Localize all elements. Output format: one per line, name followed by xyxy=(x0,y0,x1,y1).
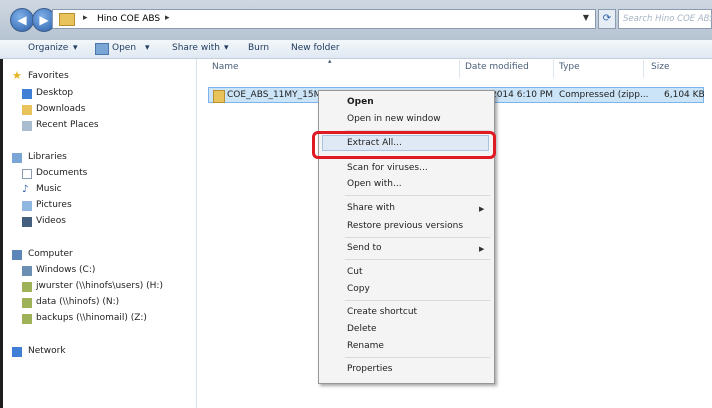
menu-separator xyxy=(345,195,490,196)
share-with-button[interactable]: Share with xyxy=(172,43,220,53)
downloads-icon xyxy=(22,105,32,115)
nav-item-videos[interactable]: Videos xyxy=(36,216,66,226)
annotation-highlight-box xyxy=(312,131,496,159)
search-input[interactable]: Search Hino COE ABS xyxy=(618,9,712,29)
menu-scan-viruses[interactable]: Scan for viruses... xyxy=(347,163,428,173)
menu-cut[interactable]: Cut xyxy=(347,267,363,277)
column-header-name[interactable]: Name xyxy=(212,62,239,72)
nav-item-n-drive[interactable]: data (\\hinofs) (N:) xyxy=(36,297,119,307)
zip-icon xyxy=(213,90,225,103)
menu-open-new-window[interactable]: Open in new window xyxy=(347,114,441,124)
address-dropdown-icon[interactable]: ▼ xyxy=(583,13,589,22)
menu-send-to[interactable]: Send to xyxy=(347,243,382,253)
documents-icon xyxy=(22,169,32,179)
libraries-header[interactable]: Libraries xyxy=(28,152,67,162)
column-divider[interactable] xyxy=(553,60,554,78)
menu-create-shortcut[interactable]: Create shortcut xyxy=(347,307,417,317)
column-header-size[interactable]: Size xyxy=(651,62,669,72)
recent-places-icon xyxy=(22,121,32,131)
column-divider[interactable] xyxy=(459,60,460,78)
nav-item-music[interactable]: Music xyxy=(36,184,62,194)
nav-item-desktop[interactable]: Desktop xyxy=(36,88,73,98)
organize-button[interactable]: Organize xyxy=(28,43,68,53)
organize-dropdown-icon[interactable]: ▾ xyxy=(73,43,78,53)
computer-header[interactable]: Computer xyxy=(28,249,73,259)
nav-item-pictures[interactable]: Pictures xyxy=(36,200,72,210)
breadcrumb-arrow-icon[interactable]: ▸ xyxy=(165,13,170,23)
nav-item-h-drive[interactable]: jwurster (\\hinofs\users) (H:) xyxy=(36,281,163,291)
menu-separator xyxy=(345,237,490,238)
column-divider[interactable] xyxy=(643,60,644,78)
network-icon xyxy=(12,347,22,357)
navigation-pane: ★ Favorites Desktop Downloads Recent Pla… xyxy=(0,59,197,408)
title-bar: ◀ ▶ ▸ Hino COE ABS ▸ ▼ ⟳ Search Hino COE… xyxy=(0,0,712,40)
menu-restore-versions[interactable]: Restore previous versions xyxy=(347,221,463,231)
search-placeholder: Search Hino COE ABS xyxy=(623,14,712,24)
desktop-icon xyxy=(22,89,32,99)
share-dropdown-icon[interactable]: ▾ xyxy=(224,43,229,53)
submenu-arrow-icon: ▶ xyxy=(479,205,485,213)
menu-separator xyxy=(345,259,490,260)
menu-open-with[interactable]: Open with... xyxy=(347,179,402,189)
favorites-header[interactable]: Favorites xyxy=(28,71,69,81)
refresh-button[interactable]: ⟳ xyxy=(598,9,616,29)
back-button[interactable]: ◀ xyxy=(10,8,34,32)
menu-rename[interactable]: Rename xyxy=(347,341,384,351)
menu-share-with[interactable]: Share with xyxy=(347,203,395,213)
window-edge xyxy=(0,59,3,408)
drive-icon xyxy=(22,266,32,276)
open-button[interactable]: Open xyxy=(112,43,136,53)
nav-item-windows-c[interactable]: Windows (C:) xyxy=(36,265,95,275)
column-header-date[interactable]: Date modified xyxy=(465,62,529,72)
menu-copy[interactable]: Copy xyxy=(347,284,370,294)
open-dropdown-icon[interactable]: ▾ xyxy=(145,43,150,53)
nav-item-downloads[interactable]: Downloads xyxy=(36,104,85,114)
menu-properties[interactable]: Properties xyxy=(347,364,392,374)
menu-separator xyxy=(345,357,490,358)
network-drive-icon xyxy=(22,314,32,324)
breadcrumb-arrow-icon[interactable]: ▸ xyxy=(83,13,88,23)
pictures-icon xyxy=(22,201,32,211)
folder-icon xyxy=(59,13,75,26)
address-bar[interactable]: ▸ Hino COE ABS ▸ ▼ xyxy=(52,9,596,29)
nav-item-recent-places[interactable]: Recent Places xyxy=(36,120,99,130)
libraries-icon xyxy=(12,153,22,163)
file-size: 6,104 KB xyxy=(664,90,705,100)
nav-item-documents[interactable]: Documents xyxy=(36,168,87,178)
network-drive-icon xyxy=(22,298,32,308)
menu-delete[interactable]: Delete xyxy=(347,324,377,334)
open-icon xyxy=(95,43,109,55)
new-folder-button[interactable]: New folder xyxy=(291,43,340,53)
network-drive-icon xyxy=(22,282,32,292)
videos-icon xyxy=(22,217,32,227)
column-header-type[interactable]: Type xyxy=(559,62,580,72)
burn-button[interactable]: Burn xyxy=(248,43,269,53)
nav-item-network[interactable]: Network xyxy=(28,346,66,356)
menu-separator xyxy=(345,300,490,301)
music-icon: ♪ xyxy=(22,184,29,195)
sort-arrow-icon: ▴ xyxy=(328,57,332,65)
command-bar: Organize ▾ Open ▾ Share with ▾ Burn New … xyxy=(0,40,712,59)
submenu-arrow-icon: ▶ xyxy=(479,245,485,253)
nav-item-z-drive[interactable]: backups (\\hinomail) (Z:) xyxy=(36,313,147,323)
file-type: Compressed (zipp... xyxy=(559,90,649,100)
star-icon: ★ xyxy=(12,69,22,82)
breadcrumb-current[interactable]: Hino COE ABS xyxy=(97,14,160,24)
menu-open[interactable]: Open xyxy=(347,97,374,107)
computer-icon xyxy=(12,250,22,260)
